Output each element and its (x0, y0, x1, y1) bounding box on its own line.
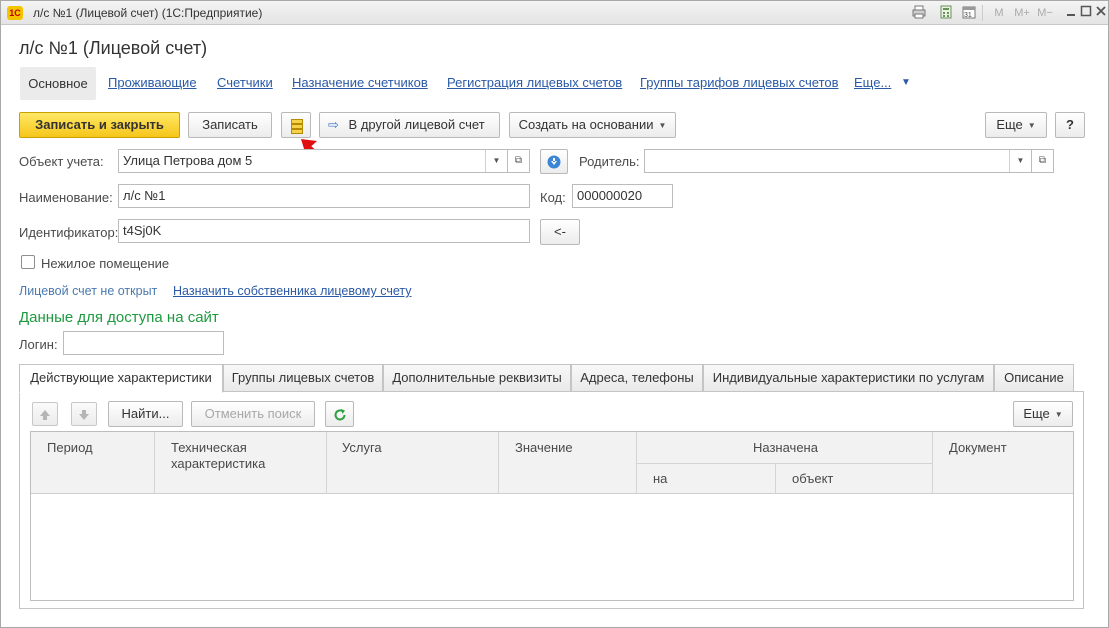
column-divider (775, 463, 776, 494)
nav-more[interactable]: Еще... (854, 75, 891, 90)
form-title: л/с №1 (Лицевой счет) (19, 38, 208, 58)
table-header: Период Техническая характеристика Услуга… (31, 432, 1073, 494)
login-label: Логин: (19, 337, 58, 352)
site-access-title: Данные для доступа на сайт (19, 309, 219, 326)
close-icon[interactable] (1093, 5, 1109, 21)
tab-individual-characteristics[interactable]: Индивидуальные характеристики по услугам (703, 364, 994, 392)
open-icon[interactable]: ⧉ (1032, 149, 1054, 173)
column-divider (326, 432, 327, 494)
col-period[interactable]: Период (47, 440, 93, 456)
app-window: 1С л/с №1 (Лицевой счет) (1С:Предприятие… (0, 0, 1109, 628)
object-value: Улица Петрова дом 5 (123, 153, 253, 168)
chevron-down-icon: ▼ (1054, 409, 1063, 419)
refresh-button[interactable] (325, 401, 354, 427)
nonresidential-label: Нежилое помещение (41, 256, 170, 271)
minimize-icon[interactable] (1063, 5, 1079, 21)
title-bar: 1С л/с №1 (Лицевой счет) (1С:Предприятие… (1, 1, 1108, 25)
characteristics-table[interactable]: Период Техническая характеристика Услуга… (30, 431, 1074, 601)
panel-more-button[interactable]: Еще ▼ (1013, 401, 1073, 427)
memory-plus-icon[interactable]: M+ (1011, 5, 1033, 21)
assign-owner-link[interactable]: Назначить собственника лицевому счету (173, 284, 412, 298)
tab-additional-attributes[interactable]: Дополнительные реквизиты (383, 364, 571, 392)
column-divider (498, 432, 499, 494)
fill-identifier-button[interactable]: <- (540, 219, 580, 245)
save-and-close-button[interactable]: Записать и закрыть (19, 112, 180, 138)
more-button[interactable]: Еще ▼ (985, 112, 1047, 138)
code-field[interactable]: 000000020 (572, 184, 673, 208)
arrow-down-icon (78, 407, 90, 421)
print-icon[interactable] (911, 5, 927, 21)
window-title: л/с №1 (Лицевой счет) (1С:Предприятие) (33, 6, 263, 20)
memory-m-icon[interactable]: M (991, 5, 1007, 21)
tab-account-groups[interactable]: Группы лицевых счетов (223, 364, 383, 392)
open-icon[interactable]: ⧉ (508, 149, 530, 173)
col-assigned-on[interactable]: на (653, 471, 667, 487)
move-down-row-button[interactable] (71, 402, 97, 426)
calendar-day: 31 (964, 12, 972, 19)
arrow-right-icon: ⇨ (328, 117, 339, 132)
header-divider (636, 463, 932, 464)
chevron-down-icon: ▼ (658, 120, 667, 130)
tab-description[interactable]: Описание (994, 364, 1074, 392)
identifier-field[interactable]: t4Sj0K (118, 219, 530, 243)
cancel-search-button[interactable]: Отменить поиск (191, 401, 315, 427)
chevron-down-icon[interactable]: ▼ (901, 77, 911, 88)
maximize-icon[interactable] (1078, 5, 1094, 21)
col-assigned-object[interactable]: объект (792, 471, 833, 487)
parent-field[interactable]: ▼ (644, 149, 1032, 173)
column-divider (932, 432, 933, 494)
more-label: Еще (996, 117, 1023, 132)
refresh-icon (333, 406, 347, 421)
calendar-icon[interactable]: 31 (961, 5, 977, 21)
nav-link-residents[interactable]: Проживающие (108, 75, 197, 90)
titlebar-divider (982, 5, 983, 21)
to-other-account-label: В другой лицевой счет (348, 117, 485, 132)
find-button[interactable]: Найти... (108, 401, 183, 427)
nonresidential-checkbox[interactable] (21, 255, 35, 269)
col-tech[interactable]: Техническая характеристика (171, 440, 291, 472)
chevron-down-icon: ▼ (1027, 120, 1036, 130)
col-service[interactable]: Услуга (342, 440, 382, 456)
parent-label: Родитель: (579, 154, 640, 169)
login-field[interactable] (63, 331, 224, 355)
tab-active-characteristics[interactable]: Действующие характеристики (19, 364, 223, 393)
create-based-on-label: Создать на основании (518, 117, 654, 132)
code-label: Код: (540, 190, 566, 205)
nav-link-meter-assignment[interactable]: Назначение счетчиков (292, 75, 428, 90)
to-other-account-button[interactable]: ⇨ В другой лицевой счет (319, 112, 500, 138)
column-divider (154, 432, 155, 494)
name-label: Наименование: (19, 190, 113, 205)
app-logo-icon: 1С (7, 6, 23, 20)
arrow-down-icon (547, 153, 561, 169)
memory-minus-icon[interactable]: M− (1035, 5, 1055, 21)
tab-addresses-phones[interactable]: Адреса, телефоны (571, 364, 703, 392)
chevron-down-icon[interactable]: ▼ (1009, 150, 1031, 172)
col-value[interactable]: Значение (515, 440, 573, 456)
nav-link-tariff-groups[interactable]: Группы тарифов лицевых счетов (640, 75, 839, 90)
help-button[interactable]: ? (1055, 112, 1085, 138)
calculator-icon[interactable] (938, 5, 954, 21)
nav-link-account-registration[interactable]: Регистрация лицевых счетов (447, 75, 622, 90)
arrow-up-icon (39, 407, 51, 421)
panel-more-label: Еще (1023, 406, 1050, 421)
create-based-on-button[interactable]: Создать на основании ▼ (509, 112, 676, 138)
name-field[interactable]: л/с №1 (118, 184, 530, 208)
col-assigned[interactable]: Назначена (753, 440, 818, 456)
col-document[interactable]: Документ (949, 440, 1007, 456)
chevron-down-icon[interactable]: ▼ (485, 150, 507, 172)
object-field[interactable]: Улица Петрова дом 5 ▼ (118, 149, 508, 173)
account-status: Лицевой счет не открыт (19, 284, 158, 298)
nav-link-meters[interactable]: Счетчики (217, 75, 273, 90)
save-button[interactable]: Записать (188, 112, 272, 138)
move-up-button[interactable] (32, 402, 58, 426)
nav-more-label: Еще... (854, 75, 892, 90)
identifier-label: Идентификатор: (19, 225, 119, 240)
nav-main[interactable]: Основное (20, 67, 96, 100)
object-label: Объект учета: (19, 154, 104, 169)
move-down-button[interactable] (540, 149, 568, 174)
